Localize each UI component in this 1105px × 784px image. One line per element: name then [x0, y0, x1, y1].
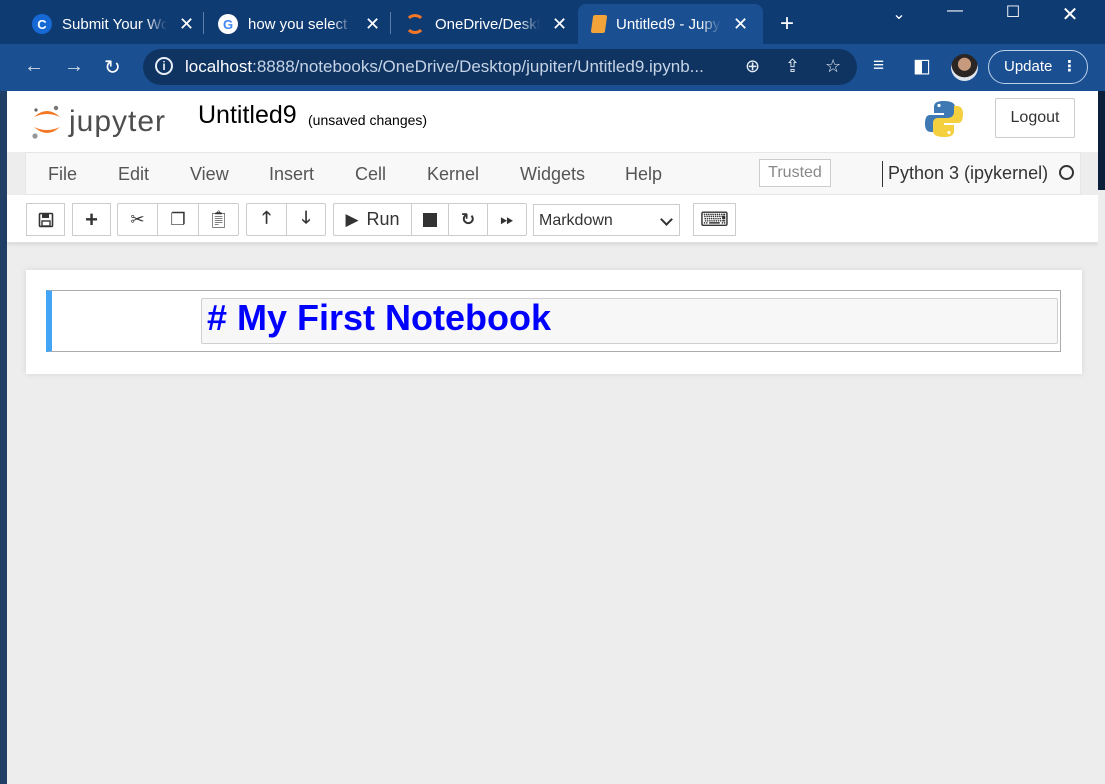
cell-type-value: Markdown	[539, 212, 613, 229]
menu-cell[interactable]: Cell	[355, 164, 386, 185]
tab-title: OneDrive/Deskt	[435, 15, 540, 33]
menu-widgets[interactable]: Widgets	[520, 164, 585, 185]
run-button[interactable]: ▶ Run	[333, 203, 412, 236]
trusted-indicator[interactable]: Trusted	[759, 159, 831, 187]
menu-help[interactable]: Help	[625, 164, 662, 185]
menu-view[interactable]: View	[190, 164, 229, 185]
desktop-strip-right	[1098, 190, 1105, 784]
url-path: :8888/notebooks/OneDrive/Desktop/jupiter…	[252, 57, 704, 76]
menu-edit[interactable]: Edit	[118, 164, 149, 185]
browser-tab-bar: C Submit Your Work ✕ G how you select t …	[0, 0, 1105, 44]
chevron-down-icon	[660, 213, 673, 226]
jupyter-logo-icon	[32, 105, 60, 139]
notebook-favicon-icon	[590, 15, 608, 33]
url-text[interactable]: localhost:8888/notebooks/OneDrive/Deskto…	[185, 57, 704, 77]
scissors-icon: ✂	[130, 209, 145, 229]
jupyter-toolbar: + ✂ ❐ 📋︎ 🡑 🡓 ▶ Run ↻ ⏩︎ Markdown ⌨	[7, 195, 1098, 243]
logout-button[interactable]: Logout	[995, 98, 1075, 138]
info-icon[interactable]: i	[155, 57, 173, 75]
kernel-divider	[882, 161, 883, 187]
jupyter-page: jupyter Untitled9 (unsaved changes) Logo…	[7, 91, 1098, 784]
more-menu-icon[interactable]: ⋮	[1062, 51, 1077, 83]
paste-button[interactable]: 📋︎	[198, 203, 239, 236]
close-icon[interactable]: ✕	[179, 14, 194, 35]
jupyter-logo[interactable]: jupyter	[31, 99, 166, 145]
stop-icon	[423, 212, 437, 227]
jupyter-menubar: File Edit View Insert Cell Kernel Widget…	[25, 152, 1081, 195]
restart-icon: ↻	[460, 209, 476, 229]
cell-input-area[interactable]: # My First Notebook	[201, 298, 1058, 344]
notebook-title[interactable]: Untitled9	[198, 101, 297, 130]
side-panel-icon[interactable]: ◧	[913, 55, 931, 78]
google-icon: G	[218, 14, 238, 34]
forward-arrow-icon[interactable]: →	[64, 55, 84, 78]
fast-forward-icon: ⏩︎	[500, 209, 514, 229]
close-icon[interactable]: ✕	[733, 14, 748, 35]
desktop-strip-left	[0, 44, 7, 784]
update-button[interactable]: Update ⋮	[988, 50, 1088, 84]
save-button[interactable]	[26, 203, 65, 236]
menu-kernel[interactable]: Kernel	[427, 164, 479, 185]
arrow-down-icon: 🡓	[301, 208, 311, 227]
notebook-container: # My First Notebook	[26, 270, 1082, 374]
move-up-button[interactable]: 🡑	[246, 203, 287, 236]
jupyter-favicon-icon	[405, 14, 425, 34]
add-cell-button[interactable]: +	[72, 203, 111, 236]
tab-separator	[203, 12, 204, 34]
kernel-status-indicator	[1059, 165, 1074, 180]
update-label: Update	[1004, 58, 1053, 75]
cut-button[interactable]: ✂	[117, 203, 158, 236]
menu-file[interactable]: File	[48, 164, 77, 185]
python-logo-icon	[925, 101, 963, 137]
address-bar[interactable]: i localhost:8888/notebooks/OneDrive/Desk…	[143, 49, 857, 85]
save-status: (unsaved changes)	[308, 112, 428, 128]
move-down-button[interactable]: 🡓	[286, 203, 326, 236]
tab-title: Untitled9 - Jupyter	[616, 15, 721, 33]
tab-separator	[390, 12, 391, 34]
plus-icon: +	[85, 206, 98, 232]
tab-untitled9-jupyter[interactable]: Untitled9 - Jupyter ✕	[578, 4, 763, 44]
close-icon[interactable]: ✕	[365, 14, 380, 35]
save-icon	[38, 212, 53, 227]
share-icon[interactable]: ⇪	[785, 56, 800, 77]
paste-icon: 📋︎	[207, 209, 230, 229]
avatar[interactable]	[951, 54, 978, 81]
window-close-icon[interactable]: ✕	[1045, 2, 1095, 27]
tab-title: how you select t	[248, 15, 353, 33]
copy-button[interactable]: ❐	[157, 203, 199, 236]
run-label: Run	[366, 209, 400, 229]
copy-icon: ❐	[170, 209, 186, 229]
keyboard-icon: ⌨	[700, 209, 729, 231]
markdown-cell[interactable]: # My First Notebook	[46, 290, 1061, 352]
close-icon[interactable]: ✕	[552, 14, 567, 35]
chevron-down-icon[interactable]: ⌄	[874, 4, 924, 24]
c-favicon-icon: C	[32, 14, 52, 34]
back-arrow-icon[interactable]: ←	[24, 55, 44, 78]
tab-onedrive-desktop[interactable]: OneDrive/Deskt ✕	[393, 4, 573, 44]
minimize-icon[interactable]: —	[930, 2, 980, 20]
arrow-up-icon: 🡑	[262, 208, 271, 227]
tab-google-search[interactable]: G how you select t ✕	[206, 4, 384, 44]
bookmark-star-icon[interactable]: ☆	[825, 56, 841, 77]
cell-source-text[interactable]: # My First Notebook	[207, 299, 551, 337]
tab-title: Submit Your Work	[62, 15, 167, 33]
restart-button[interactable]: ↻	[448, 203, 488, 236]
tab-submit-your-work[interactable]: C Submit Your Work ✕	[20, 4, 198, 44]
maximize-icon[interactable]: ☐	[988, 2, 1038, 22]
browser-nav-bar: ← → ↻ i localhost:8888/notebooks/OneDriv…	[0, 44, 1105, 91]
new-tab-button[interactable]: +	[780, 10, 794, 38]
cell-type-select[interactable]: Markdown	[533, 204, 680, 236]
jupyter-header: jupyter Untitled9 (unsaved changes) Logo…	[7, 91, 1098, 152]
menu-insert[interactable]: Insert	[269, 164, 314, 185]
url-host: localhost	[185, 57, 253, 76]
reload-icon[interactable]: ↻	[104, 55, 121, 80]
jupyter-logo-text: jupyter	[69, 105, 167, 138]
zoom-icon[interactable]: ⊕	[745, 56, 760, 77]
command-palette-button[interactable]: ⌨	[693, 203, 736, 236]
play-icon: ▶	[345, 209, 359, 229]
kernel-name[interactable]: Python 3 (ipykernel)	[888, 163, 1048, 184]
interrupt-button[interactable]	[411, 203, 449, 236]
restart-run-all-button[interactable]: ⏩︎	[487, 203, 527, 236]
media-control-icon[interactable]: ≡	[873, 55, 884, 77]
